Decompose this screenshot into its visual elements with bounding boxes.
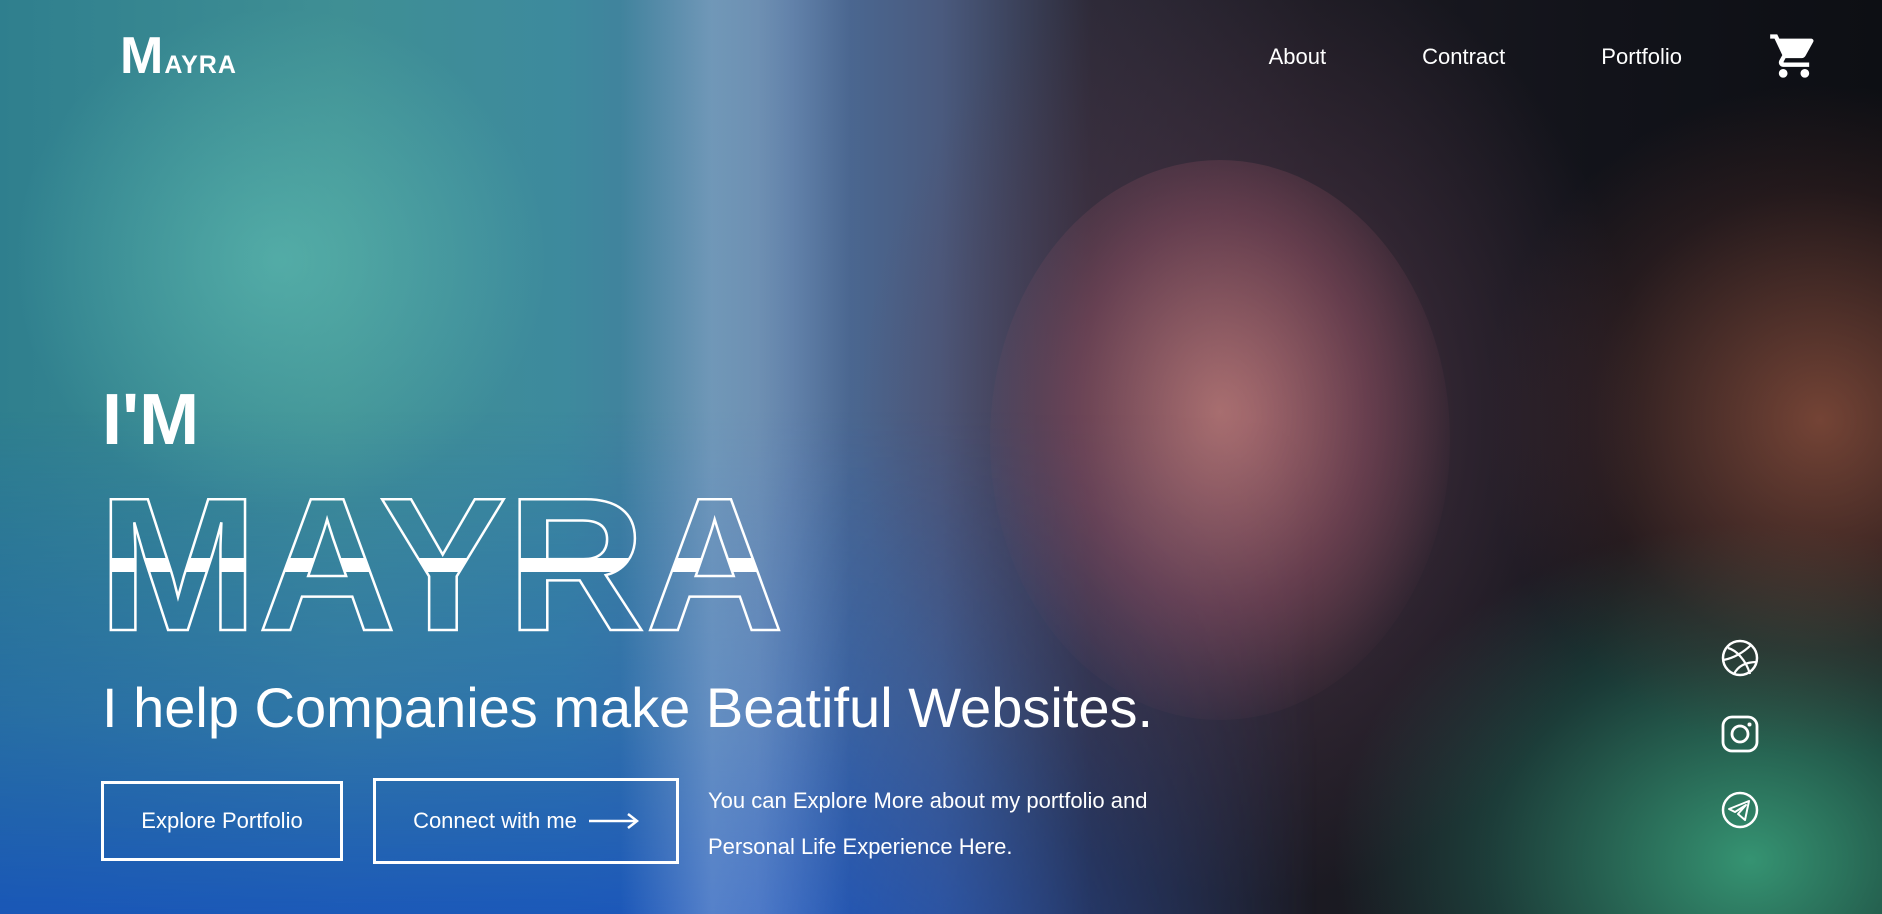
dribbble-icon[interactable] [1720, 638, 1760, 678]
background-light [620, 0, 850, 914]
main-nav: About Contract Portfolio [1269, 44, 1682, 70]
hero-name: MAYRA MAYRA [97, 482, 786, 642]
hero-tagline: I help Companies make Beatiful Websites. [102, 676, 1154, 739]
shopping-cart-icon[interactable] [1768, 30, 1820, 82]
logo-rest: ayra [164, 40, 237, 81]
connect-label: Connect with me [413, 808, 577, 833]
intro-heading: I'M [102, 380, 200, 460]
arrow-right-icon [588, 813, 639, 829]
hero-section: Mayra About Contract Portfolio I'M MAYRA… [0, 0, 1882, 914]
hero-name-text: MAYRA [98, 482, 784, 642]
nav-about[interactable]: About [1269, 44, 1327, 70]
instagram-icon[interactable] [1720, 714, 1760, 754]
site-logo[interactable]: Mayra [120, 26, 237, 86]
explore-portfolio-button[interactable]: Explore Portfolio [101, 781, 343, 861]
hero-photo-glow [990, 160, 1450, 720]
social-links [1720, 638, 1760, 830]
logo-initial: M [120, 27, 165, 85]
connect-button[interactable]: Connect with me [373, 778, 679, 864]
explore-portfolio-label: Explore Portfolio [141, 808, 303, 833]
nav-contract[interactable]: Contract [1422, 44, 1505, 70]
hero-description: You can Explore More about my portfolio … [708, 788, 1148, 859]
nav-portfolio[interactable]: Portfolio [1601, 44, 1682, 70]
telegram-icon[interactable] [1720, 790, 1760, 830]
